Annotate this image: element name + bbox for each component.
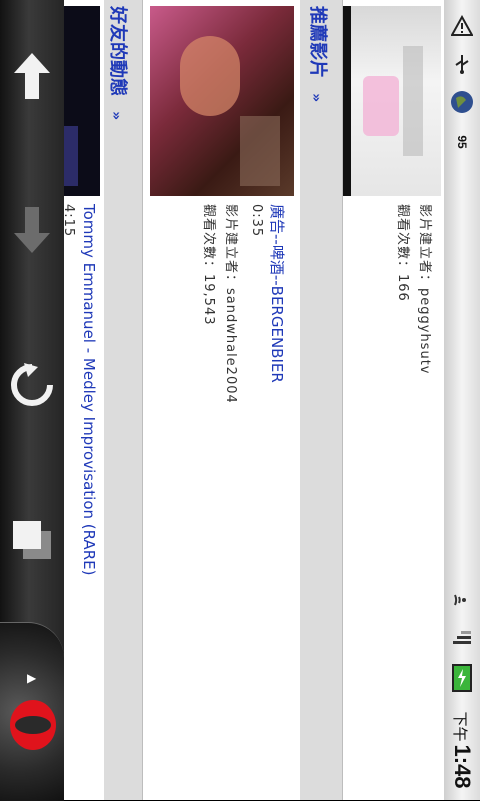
tabs-button[interactable] [0,500,64,580]
friends-video-duration: 4:15 [64,204,76,238]
clock-time: 1:48 [450,744,475,789]
reload-button[interactable] [0,345,64,425]
divider [342,0,343,800]
recommended-video-thumbnail[interactable] [150,6,294,196]
warning-icon [450,14,474,38]
recommended-more-link[interactable]: » [308,93,324,102]
recommended-video-duration: 0:35 [249,204,264,238]
menu-arrow-icon: ▶ [27,671,37,685]
wifi-icon [450,588,474,612]
reload-icon [11,363,53,406]
browser-toolbar: ▶ [0,0,64,801]
battery-level-text: 95 [455,135,469,149]
clock: 下午1:48 [448,700,476,800]
friends-video-thumbnail[interactable] [64,6,100,196]
battery-icon [450,662,474,694]
recommended-video-title[interactable]: 廣告--啤酒--BERGENBIER [267,204,288,383]
recommended-header: 推薦影片 » [306,6,332,102]
opera-logo-icon [10,700,56,750]
divider [142,0,143,800]
prev-video-views: 觀看次數：166 [395,204,410,302]
back-arrow-icon [14,53,50,99]
friends-header: 好友的動態 » [106,6,132,120]
battery-status-icon: 95 [450,130,474,160]
friends-heading: 好友的動態 [107,6,128,96]
recommended-header-bar [300,0,342,800]
globe-icon [450,90,474,114]
signal-strength-icon [450,624,474,648]
web-page: 影片建立者：peggyhsutv 觀看次數：166 推薦影片 » 廣告--啤酒-… [64,0,444,800]
status-bar: 95 下午1:48 [444,0,480,800]
recommended-video-creator: 影片建立者：sandwhale2004 [223,204,238,404]
clock-ampm: 下午 [451,711,468,742]
forward-button[interactable] [0,190,64,270]
prev-video-thumbnail[interactable] [343,6,441,196]
opera-menu-button[interactable]: ▶ [0,622,64,801]
tabs-icon [13,521,51,559]
usb-icon [450,52,474,76]
friends-video-title[interactable]: Tommy Emmanuel - Medley Improvisation (R… [80,204,98,575]
recommended-video-views: 觀看次數：19,543 [201,204,216,326]
prev-video-creator: 影片建立者：peggyhsutv [417,204,432,375]
back-button[interactable] [0,36,64,116]
forward-arrow-icon [14,207,50,253]
friends-more-link[interactable]: » [108,111,124,120]
recommended-heading: 推薦影片 [307,6,328,78]
